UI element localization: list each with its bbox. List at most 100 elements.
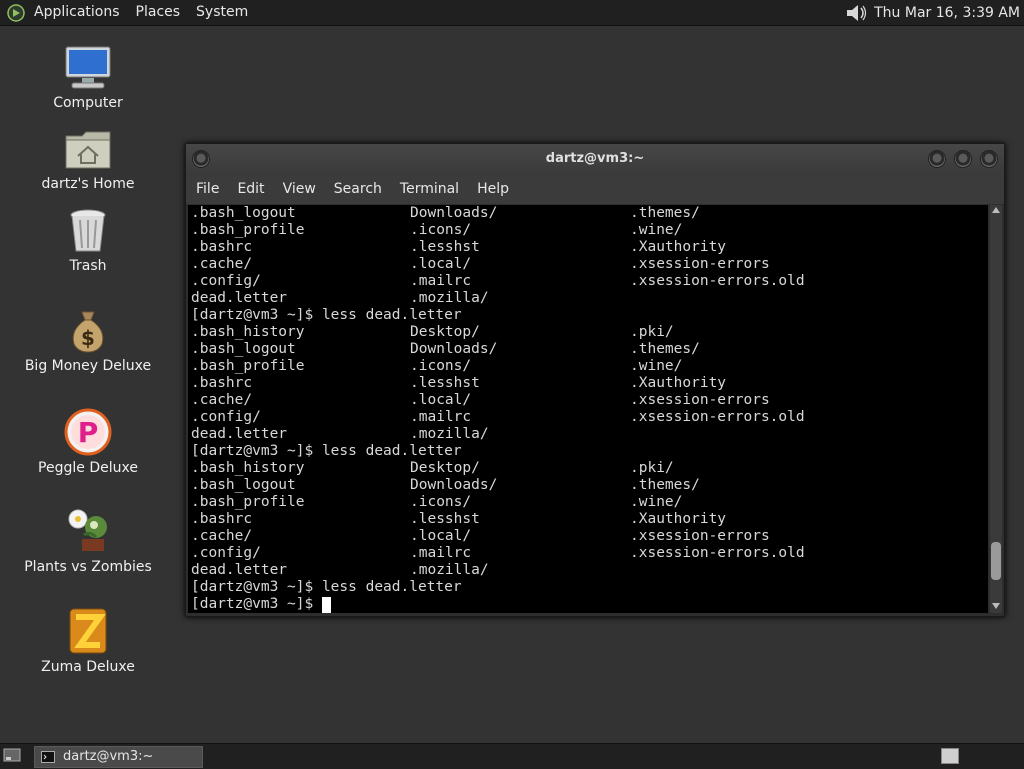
window-title: dartz@vm3:~ (545, 151, 645, 166)
terminal-line: [dartz@vm3 ~]$ less dead.letter (191, 579, 988, 596)
terminal-text: .local/ (410, 528, 472, 544)
terminal-text: [dartz@vm3 ~]$ less dead.letter (191, 307, 462, 323)
desktop-icon-label: Zuma Deluxe (41, 659, 135, 675)
terminal-line: .config/ .mailrc .xsession-errors.old (191, 409, 988, 426)
terminal-line: .bash_history Desktop/ .pki/ (191, 460, 988, 477)
show-desktop-icon[interactable] (3, 748, 21, 764)
terminal-text: .wine/ (630, 222, 683, 238)
terminal-line: .bashrc .lesshst .Xauthority (191, 239, 988, 256)
terminal-text: .mozilla/ (410, 562, 489, 578)
terminal-text: .wine/ (630, 358, 683, 374)
taskbar-button-label: dartz@vm3:~ (63, 749, 154, 764)
menu-search[interactable]: Search (324, 181, 390, 197)
terminal-line: .bash_profile .icons/ .wine/ (191, 222, 988, 239)
terminal-text: .Xauthority (630, 239, 727, 255)
desktop-icon-peggle[interactable]: P Peggle Deluxe (18, 408, 158, 476)
terminal-text: .bash_profile (191, 494, 305, 510)
terminal-text: .cache/ (191, 528, 253, 544)
menu-terminal[interactable]: Terminal (390, 181, 467, 197)
applications-menu[interactable]: Applications (26, 0, 128, 25)
terminal-text: .mozilla/ (410, 426, 489, 442)
terminal-text: dead.letter (191, 562, 288, 578)
terminal-line: .cache/ .local/ .xsession-errors (191, 256, 988, 273)
desktop-icon-zuma[interactable]: Zuma Deluxe (18, 607, 158, 675)
terminal-text: .cache/ (191, 256, 253, 272)
text-cursor (322, 597, 331, 613)
terminal-text: dead.letter (191, 290, 288, 306)
menu-help[interactable]: Help (467, 181, 517, 197)
terminal-text: .lesshst (410, 239, 480, 255)
terminal-menubar: File Edit View Search Terminal Help (186, 174, 1004, 204)
svg-text:$: $ (81, 326, 95, 350)
terminal-line: .bash_profile .icons/ .wine/ (191, 494, 988, 511)
top-panel: Applications Places System Thu Mar 16, 3… (0, 0, 1024, 26)
terminal-text: .config/ (191, 545, 261, 561)
terminal-lines: .bash_logout Downloads/ .themes/ .bash_prof… (188, 205, 988, 613)
terminal-text: Downloads/ (410, 477, 498, 493)
terminal-window[interactable]: dartz@vm3:~ File Edit View Search Termin… (185, 143, 1005, 617)
scroll-up-arrow-icon[interactable] (992, 207, 1000, 213)
desktop-icon-big-money[interactable]: $ Big Money Deluxe (18, 308, 158, 374)
desktop-icon-computer[interactable]: Computer (18, 45, 158, 111)
maximize-button[interactable] (954, 150, 972, 168)
terminal-text: .bashrc (191, 511, 253, 527)
terminal-text: .bashrc (191, 375, 253, 391)
taskbar-button-terminal[interactable]: dartz@vm3:~ (34, 746, 203, 768)
scroll-down-arrow-icon[interactable] (992, 603, 1000, 609)
terminal-text: Downloads/ (410, 341, 498, 357)
desktop-icon-home[interactable]: dartz's Home (18, 128, 158, 192)
terminal-line: .bash_history Desktop/ .pki/ (191, 324, 988, 341)
terminal-text: [dartz@vm3 ~]$ less dead.letter (191, 443, 462, 459)
terminal-text: dead.letter (191, 426, 288, 442)
desktop-icon-trash[interactable]: Trash (18, 208, 158, 274)
svg-text:P: P (78, 416, 99, 449)
terminal-text: .themes/ (630, 477, 700, 493)
terminal-line: dead.letter .mozilla/ (191, 562, 988, 579)
clock[interactable]: Thu Mar 16, 3:39 AM (874, 5, 1020, 21)
plants-vs-zombies-icon (68, 509, 107, 551)
minimize-button[interactable] (928, 150, 946, 168)
terminal-output[interactable]: .bash_logout Downloads/ .themes/ .bash_prof… (188, 205, 988, 613)
top-panel-tray: Thu Mar 16, 3:39 AM (844, 0, 1020, 25)
money-bag-icon: $ (72, 311, 104, 353)
bottom-panel: dartz@vm3:~ (0, 743, 1024, 769)
window-menu-button[interactable] (192, 150, 210, 168)
terminal-text: .icons/ (410, 358, 472, 374)
terminal-text: .xsession-errors.old (630, 545, 805, 561)
terminal-text: .xsession-errors (630, 528, 770, 544)
menu-view[interactable]: View (273, 181, 324, 197)
terminal-line: .config/ .mailrc .xsession-errors.old (191, 545, 988, 562)
menu-file[interactable]: File (186, 181, 227, 197)
terminal-text: Desktop/ (410, 324, 480, 340)
terminal-prompt-line[interactable]: [dartz@vm3 ~]$ (191, 596, 988, 613)
scroll-thumb[interactable] (991, 541, 1001, 580)
terminal-text: .local/ (410, 392, 472, 408)
system-menu[interactable]: System (188, 0, 256, 25)
menu-edit[interactable]: Edit (227, 181, 272, 197)
terminal-text: .xsession-errors (630, 392, 770, 408)
desktop-icon-plants-vs-zombies[interactable]: Plants vs Zombies (18, 505, 158, 575)
terminal-text: .icons/ (410, 494, 472, 510)
terminal-text: .bash_history (191, 324, 305, 340)
terminal-line: [dartz@vm3 ~]$ less dead.letter (191, 443, 988, 460)
terminal-scrollbar[interactable] (990, 205, 1002, 613)
terminal-text: .xsession-errors.old (630, 409, 805, 425)
close-button[interactable] (980, 150, 998, 168)
terminal-line: .bashrc .lesshst .Xauthority (191, 375, 988, 392)
terminal-text: .bash_logout (191, 341, 296, 357)
terminal-text: .Xauthority (630, 511, 727, 527)
terminal-line: .config/ .mailrc .xsession-errors.old (191, 273, 988, 290)
places-menu[interactable]: Places (128, 0, 189, 25)
workspace-switcher[interactable] (941, 748, 959, 764)
terminal-text: .pki/ (630, 324, 674, 340)
desktop-icon-label: Computer (53, 95, 123, 111)
terminal-text: .lesshst (410, 511, 480, 527)
terminal-icon (41, 751, 55, 763)
applications-menu-icon[interactable] (7, 3, 25, 22)
volume-icon[interactable] (844, 2, 868, 24)
terminal-text: [dartz@vm3 ~]$ less dead.letter (191, 579, 462, 595)
window-titlebar[interactable]: dartz@vm3:~ (186, 144, 1004, 174)
desktop-icon-label: Peggle Deluxe (38, 460, 138, 476)
terminal-line: .bash_logout Downloads/ .themes/ (191, 477, 988, 494)
terminal-text: .themes/ (630, 341, 700, 357)
